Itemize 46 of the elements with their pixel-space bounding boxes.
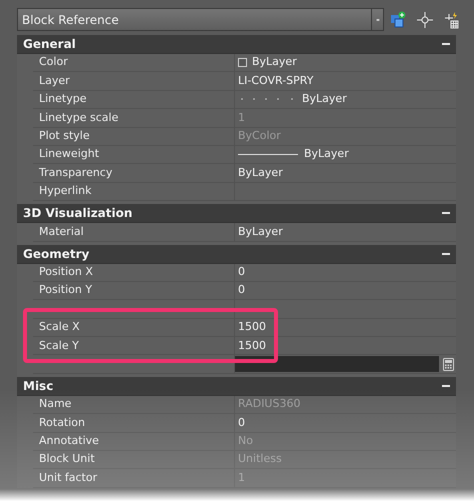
property-value: 1500 — [238, 338, 266, 352]
property-value: RADIUS360 — [238, 397, 300, 410]
color-swatch-icon — [238, 58, 247, 68]
property-label: Color — [39, 54, 68, 70]
pick-point-icon[interactable] — [417, 12, 434, 28]
property-value: ByLayer — [252, 54, 297, 70]
property-label: Transparency — [39, 164, 112, 181]
property-label: Lineweight — [39, 146, 100, 162]
property-value: ByLayer — [238, 224, 283, 238]
property-label: Name — [39, 396, 72, 412]
section-header[interactable]: General — [17, 35, 456, 54]
property-value: 1500 — [238, 320, 266, 334]
section-header[interactable]: Misc — [17, 376, 456, 396]
property-label: Plot style — [39, 128, 90, 144]
section-header[interactable]: Geometry — [17, 244, 456, 264]
property-label: Rotation — [39, 414, 86, 431]
calculator-icon[interactable] — [443, 358, 454, 371]
section-header[interactable]: 3D Visualization — [17, 204, 456, 224]
property-value: LI-COVR-SPRY — [238, 74, 314, 87]
property-label: Annotative — [39, 433, 99, 450]
property-label: Position Y — [39, 282, 92, 298]
solid-line-icon — [238, 153, 298, 156]
property-value: 1 — [238, 110, 245, 124]
scale-input-field[interactable] — [235, 356, 439, 372]
property-value: 0 — [238, 416, 245, 429]
property-label: Scale X — [39, 319, 80, 336]
property-label: Position X — [39, 264, 93, 280]
object-type-dropdown[interactable]: Block Reference — [17, 8, 384, 31]
property-label: Layer — [39, 72, 70, 89]
property-label: Linetype scale — [39, 110, 118, 126]
property-label: Linetype — [39, 91, 86, 108]
property-label: Scale Y — [39, 338, 79, 354]
property-label: Hyperlink — [39, 183, 92, 200]
property-value: ByColor — [238, 129, 281, 142]
property-value: ByLayer — [302, 91, 347, 108]
property-value: 0 — [238, 264, 245, 278]
collapse-icon[interactable] — [442, 40, 450, 48]
property-label: Block Unit — [39, 451, 95, 468]
property-label: Material — [39, 224, 84, 240]
property-label: Unit factor — [39, 470, 98, 486]
quick-select-icon[interactable] — [390, 11, 408, 28]
property-value: ByLayer — [304, 146, 349, 162]
property-value: No — [238, 434, 253, 448]
property-value: ByLayer — [238, 166, 283, 179]
toggle-pickadd-icon[interactable] — [443, 10, 460, 28]
property-value: 0 — [238, 283, 245, 296]
